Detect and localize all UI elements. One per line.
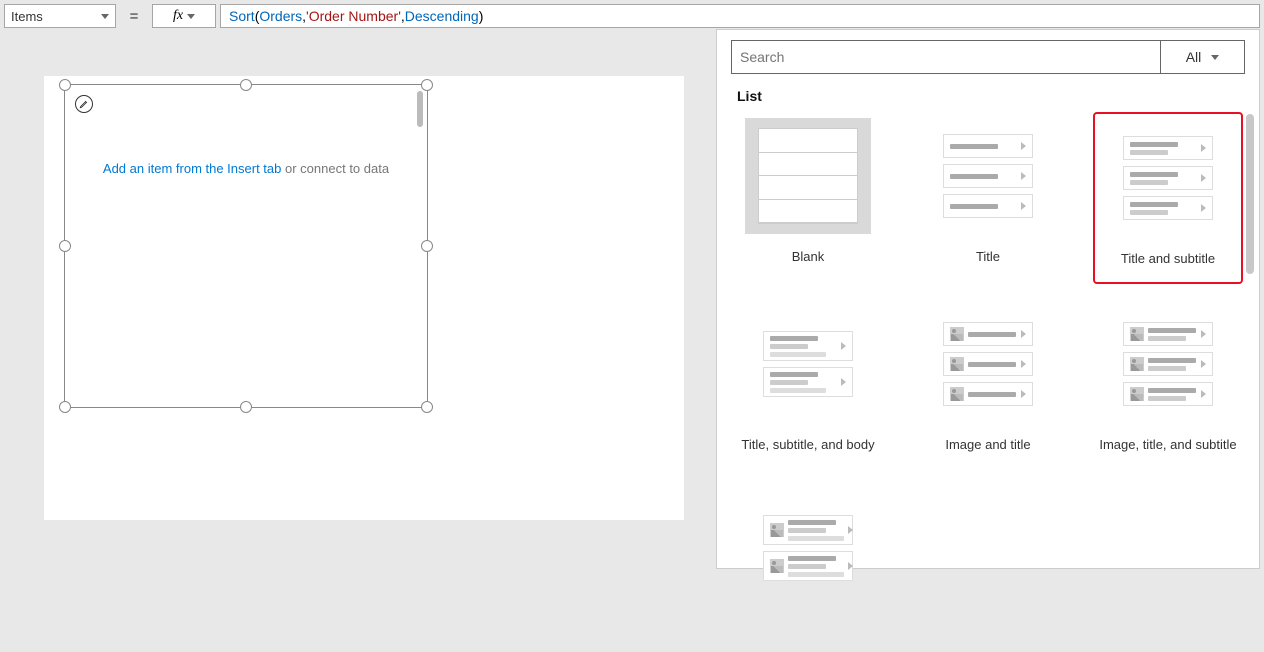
- resize-handle[interactable]: [421, 240, 433, 252]
- resize-handle[interactable]: [421, 401, 433, 413]
- filter-select[interactable]: All: [1160, 41, 1244, 73]
- resize-handle[interactable]: [240, 79, 252, 91]
- resize-handle[interactable]: [59, 240, 71, 252]
- fx-button[interactable]: fx: [152, 4, 216, 28]
- section-header: List: [737, 88, 1245, 104]
- layout-grid: Blank Title Title and subtitle: [731, 112, 1245, 652]
- layout-tile-tsb[interactable]: Title, subtitle, and body: [733, 300, 883, 468]
- scrollbar[interactable]: [417, 91, 423, 127]
- edit-template-button[interactable]: [75, 95, 93, 113]
- fx-icon: fx: [173, 8, 183, 24]
- equals-label: =: [120, 8, 148, 25]
- formula-input[interactable]: Sort ( Orders , 'Order Number' , Descend…: [220, 4, 1260, 28]
- layout-tile-its[interactable]: Image, title, and subtitle: [1093, 300, 1243, 468]
- chevron-down-icon: [1211, 55, 1219, 60]
- chevron-down-icon: [101, 14, 109, 19]
- resize-handle[interactable]: [59, 79, 71, 91]
- hint-link[interactable]: Add an item from the Insert tab: [103, 161, 281, 176]
- property-select[interactable]: Items: [4, 4, 116, 28]
- layout-tile-image-title[interactable]: Image and title: [913, 300, 1063, 468]
- formula-bar: Items = fx Sort ( Orders , 'Order Number…: [4, 4, 1260, 28]
- thumb-title: [925, 118, 1051, 234]
- layout-tile-blank[interactable]: Blank: [733, 112, 883, 284]
- thumb-blank: [745, 118, 871, 234]
- selected-gallery[interactable]: Add an item from the Insert tab or conne…: [64, 84, 428, 408]
- layout-tile-extra[interactable]: [733, 484, 883, 652]
- resize-handle[interactable]: [59, 401, 71, 413]
- hint-text: or connect to data: [281, 161, 389, 176]
- thumb-tsb: [745, 306, 871, 422]
- resize-handle[interactable]: [240, 401, 252, 413]
- thumb-its: [1105, 306, 1231, 422]
- chevron-down-icon: [187, 14, 195, 19]
- layout-tile-title[interactable]: Title: [913, 112, 1063, 284]
- thumb-extra: [745, 490, 871, 606]
- thumb-title-subtitle: [1105, 120, 1231, 236]
- scrollbar[interactable]: [1246, 114, 1254, 274]
- property-label: Items: [11, 9, 43, 24]
- gallery-hint: Add an item from the Insert tab or conne…: [65, 161, 427, 176]
- search-row: All: [731, 40, 1245, 74]
- layout-tile-title-subtitle[interactable]: Title and subtitle: [1093, 112, 1243, 284]
- design-canvas[interactable]: Add an item from the Insert tab or conne…: [44, 76, 684, 520]
- pencil-icon: [79, 99, 89, 109]
- resize-handle[interactable]: [421, 79, 433, 91]
- filter-label: All: [1186, 49, 1202, 65]
- search-input[interactable]: [732, 41, 1160, 73]
- thumb-image-title: [925, 306, 1051, 422]
- layout-panel: All List Blank Title: [716, 29, 1260, 569]
